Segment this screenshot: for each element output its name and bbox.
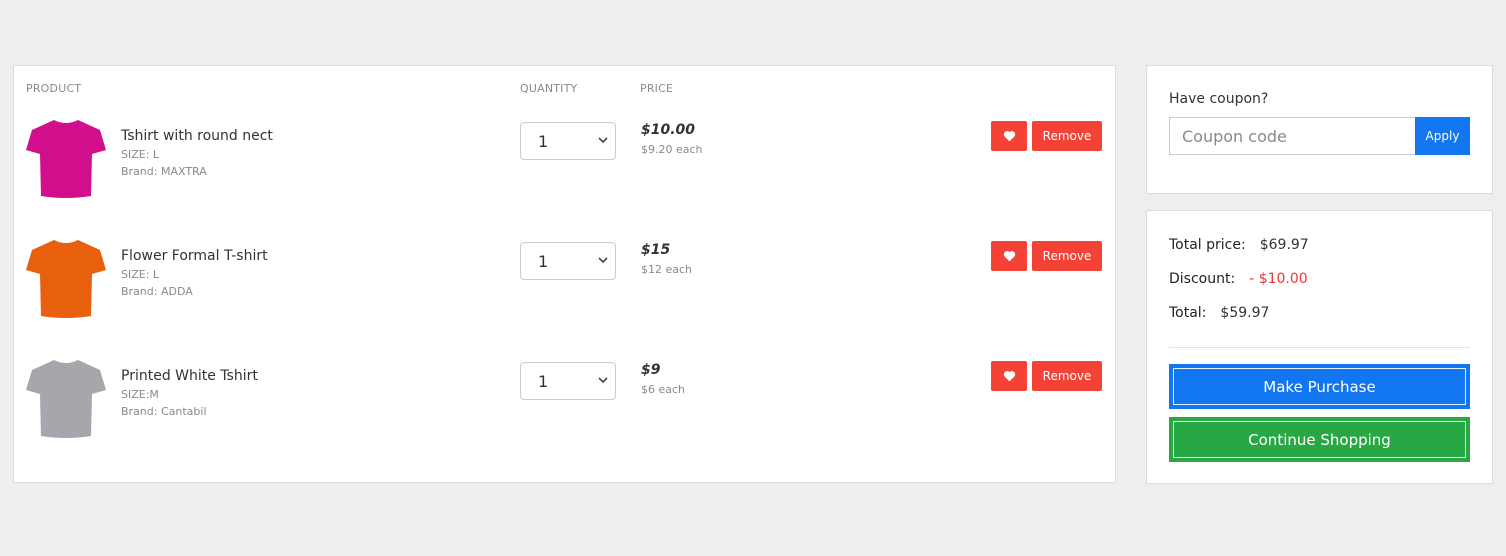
product-name[interactable]: Tshirt with round nect	[121, 128, 273, 144]
product-brand: Brand: ADDA	[121, 285, 193, 298]
summary-divider	[1169, 347, 1470, 348]
discount-label: Discount:	[1169, 271, 1236, 287]
make-purchase-button[interactable]: Make Purchase	[1169, 364, 1470, 409]
cart-row: Printed White Tshirt SIZE:M Brand: Canta…	[14, 358, 1115, 458]
total-line: Total: $59.97	[1169, 305, 1269, 321]
apply-button[interactable]: Apply	[1415, 117, 1470, 155]
item-unit-price: $9.20 each	[641, 143, 703, 156]
quantity-value: 1	[538, 132, 549, 151]
order-summary-card: Total price: $69.97 Discount: - $10.00 Tot…	[1146, 210, 1493, 484]
cart-row: Flower Formal T-shirt SIZE: L Brand: ADD…	[14, 238, 1115, 338]
column-header-quantity: QUANTITY	[520, 82, 578, 95]
item-price: $9	[641, 362, 661, 378]
chevron-down-icon	[598, 137, 608, 144]
chevron-down-icon	[598, 377, 608, 384]
item-unit-price: $6 each	[641, 383, 686, 396]
column-header-price: PRICE	[640, 82, 674, 95]
coupon-input[interactable]: Coupon code	[1169, 117, 1416, 155]
quantity-value: 1	[538, 252, 549, 271]
product-image	[26, 120, 106, 198]
continue-shopping-button[interactable]: Continue Shopping	[1169, 417, 1470, 462]
coupon-label: Have coupon?	[1169, 91, 1269, 107]
item-unit-price: $12 each	[641, 263, 693, 276]
column-header-product: PRODUCT	[26, 82, 82, 95]
chevron-down-icon	[598, 257, 608, 264]
remove-button[interactable]: Remove	[1032, 121, 1102, 151]
product-size: SIZE: L	[121, 148, 160, 161]
item-price: $15	[641, 242, 671, 258]
product-image	[26, 240, 106, 318]
quantity-value: 1	[538, 372, 549, 391]
quantity-select[interactable]: 1	[520, 242, 616, 280]
total-price-line: Total price: $69.97	[1169, 237, 1309, 253]
heart-icon	[1003, 371, 1015, 382]
product-size: SIZE: L	[121, 268, 160, 281]
product-size: SIZE:M	[121, 388, 159, 401]
cart-row: Tshirt with round nect SIZE: L Brand: MA…	[14, 118, 1115, 218]
total-value: $59.97	[1220, 305, 1270, 321]
product-brand: Brand: MAXTRA	[121, 165, 207, 178]
product-name[interactable]: Flower Formal T-shirt	[121, 248, 268, 264]
total-label: Total:	[1169, 305, 1207, 321]
heart-icon	[1003, 251, 1015, 262]
favorite-button[interactable]	[991, 241, 1027, 271]
product-name[interactable]: Printed White Tshirt	[121, 368, 258, 384]
discount-value: - $10.00	[1249, 271, 1308, 287]
favorite-button[interactable]	[991, 361, 1027, 391]
cart-card: PRODUCT QUANTITY PRICE Tshirt with round…	[13, 65, 1116, 483]
total-price-label: Total price:	[1169, 237, 1246, 253]
coupon-card: Have coupon? Coupon code Apply	[1146, 65, 1493, 194]
product-image	[26, 360, 106, 438]
item-price: $10.00	[641, 122, 696, 138]
remove-button[interactable]: Remove	[1032, 361, 1102, 391]
discount-line: Discount: - $10.00	[1169, 271, 1308, 287]
remove-button[interactable]: Remove	[1032, 241, 1102, 271]
heart-icon	[1003, 131, 1015, 142]
favorite-button[interactable]	[991, 121, 1027, 151]
product-brand: Brand: Cantabil	[121, 405, 207, 418]
total-price-value: $69.97	[1259, 237, 1309, 253]
coupon-placeholder: Coupon code	[1182, 127, 1287, 146]
quantity-select[interactable]: 1	[520, 362, 616, 400]
quantity-select[interactable]: 1	[520, 122, 616, 160]
